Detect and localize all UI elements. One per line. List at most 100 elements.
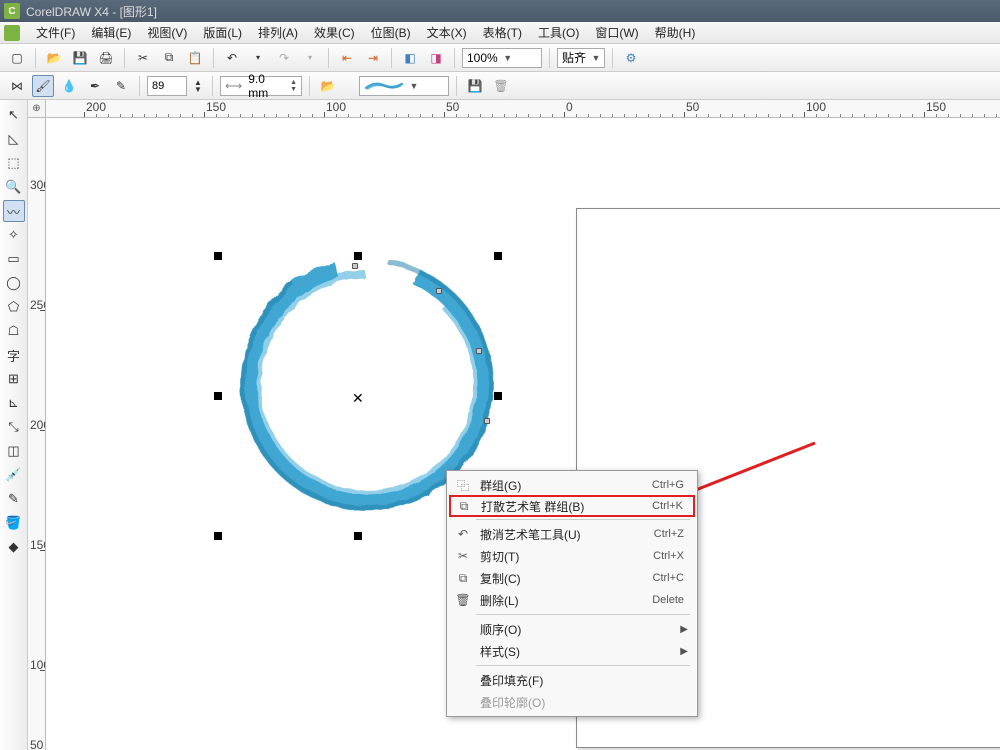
width-combo[interactable]: ⟷ 9.0 mm ▲▼ bbox=[220, 76, 302, 96]
menu-table[interactable]: 表格(T) bbox=[475, 24, 530, 41]
vertical-ruler[interactable]: 30025020015010050 bbox=[28, 118, 46, 750]
redo-dd-icon[interactable]: ▾ bbox=[299, 47, 321, 69]
options-icon[interactable]: ⚙ bbox=[620, 47, 642, 69]
selection-handle[interactable] bbox=[214, 392, 222, 400]
node-marker[interactable] bbox=[352, 263, 358, 269]
redo-icon[interactable]: ↷ bbox=[273, 47, 295, 69]
interactive-fill-icon[interactable]: ◆ bbox=[3, 536, 25, 558]
menu-window[interactable]: 窗口(W) bbox=[587, 24, 646, 41]
group-icon: ⿻ bbox=[454, 477, 472, 494]
smart-tool-icon[interactable]: ✧ bbox=[3, 224, 25, 246]
node-marker[interactable] bbox=[484, 418, 490, 424]
spinner-icon[interactable]: ▲▼ bbox=[191, 75, 205, 97]
crop-tool-icon[interactable]: ⬚ bbox=[3, 152, 25, 174]
eyedropper-tool-icon[interactable]: 💉 bbox=[3, 464, 25, 486]
selection-center-icon: ✕ bbox=[352, 390, 364, 407]
stroke-preview bbox=[364, 77, 404, 95]
menu-separator bbox=[476, 519, 690, 520]
cut-icon[interactable]: ✂ bbox=[132, 47, 154, 69]
welcome-icon[interactable]: ◨ bbox=[425, 47, 447, 69]
freehand-tool-icon[interactable]: 〰 bbox=[3, 200, 25, 222]
menu-text[interactable]: 文本(X) bbox=[419, 24, 475, 41]
fill-tool-icon[interactable]: 🪣 bbox=[3, 512, 25, 534]
break-icon: ⧉ bbox=[455, 499, 473, 514]
selection-handle[interactable] bbox=[354, 532, 362, 540]
outline-tool-icon[interactable]: ✎ bbox=[3, 488, 25, 510]
polygon-tool-icon[interactable]: ⬠ bbox=[3, 296, 25, 318]
menu-bitmap[interactable]: 位图(B) bbox=[363, 24, 419, 41]
dimension-tool-icon[interactable]: ⊾ bbox=[3, 392, 25, 414]
ctx-style[interactable]: 样式(S) ▶ bbox=[450, 640, 694, 662]
delete-stroke-icon[interactable]: 🗑 bbox=[490, 75, 512, 97]
ctx-order[interactable]: 顺序(O) ▶ bbox=[450, 618, 694, 640]
selection-handle[interactable] bbox=[354, 252, 362, 260]
smoothing-input[interactable] bbox=[147, 76, 187, 96]
menu-effects[interactable]: 效果(C) bbox=[306, 24, 363, 41]
ctx-overprint-outline: 叠印轮廓(O) bbox=[450, 691, 694, 713]
horizontal-ruler[interactable]: 20015010050050100150200 bbox=[46, 100, 1000, 118]
calligraphy-icon[interactable]: ✒ bbox=[84, 75, 106, 97]
selection-handle[interactable] bbox=[214, 252, 222, 260]
ctx-delete[interactable]: 🗑 删除(L) Delete bbox=[450, 589, 694, 611]
text-tool-icon[interactable]: 字 bbox=[3, 344, 25, 366]
connector-tool-icon[interactable]: ⤡ bbox=[3, 416, 25, 438]
table-tool-icon[interactable]: ⊞ bbox=[3, 368, 25, 390]
save-icon[interactable]: 💾 bbox=[69, 47, 91, 69]
context-menu: ⿻ 群组(G) Ctrl+G ⧉ 打散艺术笔 群组(B) Ctrl+K ↶ 撤消… bbox=[446, 470, 698, 717]
new-icon[interactable]: ▢ bbox=[6, 47, 28, 69]
snap-combo[interactable]: 贴齐 ▼ bbox=[557, 48, 605, 68]
app-icon: C bbox=[4, 3, 20, 19]
paste-icon[interactable]: 📋 bbox=[184, 47, 206, 69]
effects-tool-icon[interactable]: ◫ bbox=[3, 440, 25, 462]
zoom-tool-icon[interactable]: 🔍 bbox=[3, 176, 25, 198]
export-icon[interactable]: ⇥ bbox=[362, 47, 384, 69]
open-icon[interactable]: 📂 bbox=[43, 47, 65, 69]
copy-icon[interactable]: ⧉ bbox=[158, 47, 180, 69]
print-icon[interactable]: 🖨 bbox=[95, 47, 117, 69]
shapes-tool-icon[interactable]: ☖ bbox=[3, 320, 25, 342]
menu-tools[interactable]: 工具(O) bbox=[530, 24, 587, 41]
rectangle-tool-icon[interactable]: ▭ bbox=[3, 248, 25, 270]
launch-icon[interactable]: ◧ bbox=[399, 47, 421, 69]
stroke-combo[interactable]: ▼ bbox=[359, 76, 449, 96]
ctx-cut[interactable]: ✂ 剪切(T) Ctrl+X bbox=[450, 545, 694, 567]
selection-handle[interactable] bbox=[214, 532, 222, 540]
undo-dd-icon[interactable]: ▾ bbox=[247, 47, 269, 69]
toolbox: ↖ ◺ ⬚ 🔍 〰 ✧ ▭ ◯ ⬠ ☖ 字 ⊞ ⊾ ⤡ ◫ 💉 ✎ 🪣 ◆ bbox=[0, 100, 28, 750]
menu-edit[interactable]: 编辑(E) bbox=[83, 24, 139, 41]
save-stroke-icon[interactable]: 💾 bbox=[464, 75, 486, 97]
submenu-arrow-icon: ▶ bbox=[680, 646, 688, 657]
ctx-copy[interactable]: ⧉ 复制(C) Ctrl+C bbox=[450, 567, 694, 589]
menu-help[interactable]: 帮助(H) bbox=[647, 24, 704, 41]
shape-tool-icon[interactable]: ◺ bbox=[3, 128, 25, 150]
selection-handle[interactable] bbox=[494, 252, 502, 260]
ctx-undo[interactable]: ↶ 撤消艺术笔工具(U) Ctrl+Z bbox=[450, 523, 694, 545]
menu-arrange[interactable]: 排列(A) bbox=[250, 24, 306, 41]
ruler-origin[interactable]: ⊕ bbox=[28, 100, 46, 118]
width-value: 9.0 mm bbox=[248, 72, 284, 100]
node-marker[interactable] bbox=[436, 288, 442, 294]
cut-icon: ✂ bbox=[454, 549, 472, 563]
import-icon[interactable]: ⇤ bbox=[336, 47, 358, 69]
menu-view[interactable]: 视图(V) bbox=[139, 24, 195, 41]
zoom-combo[interactable]: 100% ▼ bbox=[462, 48, 542, 68]
pressure-icon[interactable]: ✎ bbox=[110, 75, 132, 97]
menu-separator bbox=[476, 665, 690, 666]
selection-handle[interactable] bbox=[494, 392, 502, 400]
preset-icon[interactable]: ⋈ bbox=[6, 75, 28, 97]
zoom-value: 100% bbox=[467, 51, 498, 65]
ellipse-tool-icon[interactable]: ◯ bbox=[3, 272, 25, 294]
spray-icon[interactable]: 💧 bbox=[58, 75, 80, 97]
window-title: CorelDRAW X4 - [图形1] bbox=[26, 3, 157, 20]
ctx-overprint-fill[interactable]: 叠印填充(F) bbox=[450, 669, 694, 691]
pick-tool-icon[interactable]: ↖ bbox=[3, 104, 25, 126]
node-marker[interactable] bbox=[476, 348, 482, 354]
menu-layout[interactable]: 版面(L) bbox=[195, 24, 250, 41]
ctx-break-apart[interactable]: ⧉ 打散艺术笔 群组(B) Ctrl+K bbox=[449, 495, 695, 517]
canvas[interactable]: ✕ ⿻ 群组(G) Ctrl+G ⧉ 打散艺术笔 群组(B) Ctrl+K bbox=[46, 118, 1000, 750]
brush-icon[interactable]: 🖌 bbox=[32, 75, 54, 97]
undo-icon[interactable]: ↶ bbox=[221, 47, 243, 69]
menu-file[interactable]: 文件(F) bbox=[28, 24, 83, 41]
browse-icon[interactable]: 📂 bbox=[317, 75, 339, 97]
ctx-group[interactable]: ⿻ 群组(G) Ctrl+G bbox=[450, 474, 694, 496]
